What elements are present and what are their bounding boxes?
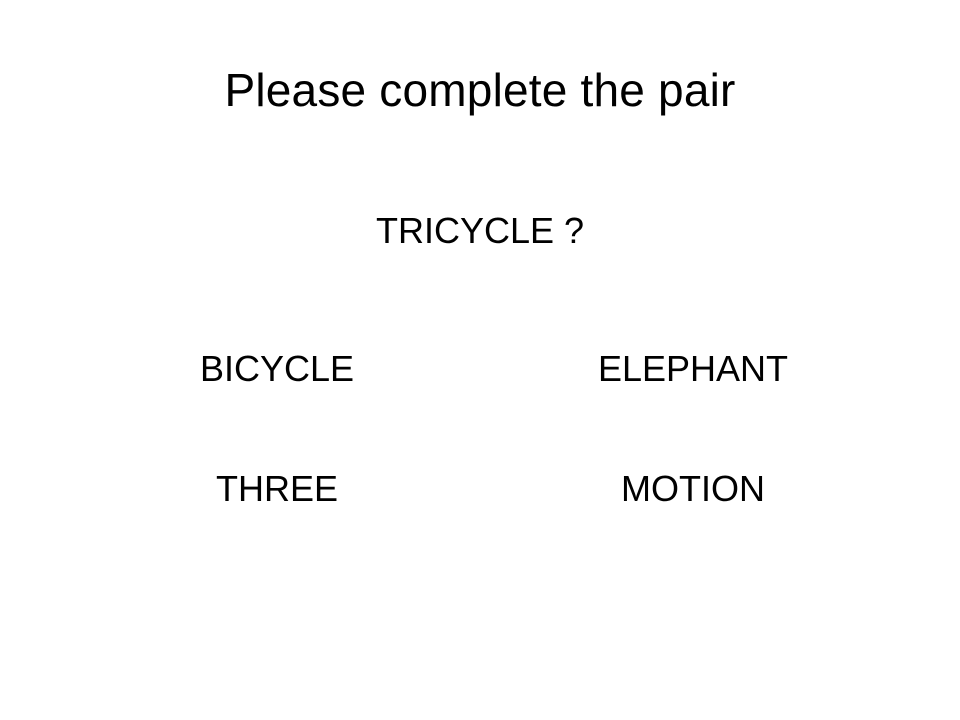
option-three[interactable]: THREE [97,464,457,514]
option-elephant[interactable]: ELEPHANT [513,344,873,394]
question-prompt: TRICYCLE ? [375,210,585,251]
option-motion[interactable]: MOTION [513,464,873,514]
option-bicycle[interactable]: BICYCLE [97,344,457,394]
slide: Please complete the pair TRICYCLE ? BICY… [0,0,960,720]
slide-title: Please complete the pair [224,64,736,116]
